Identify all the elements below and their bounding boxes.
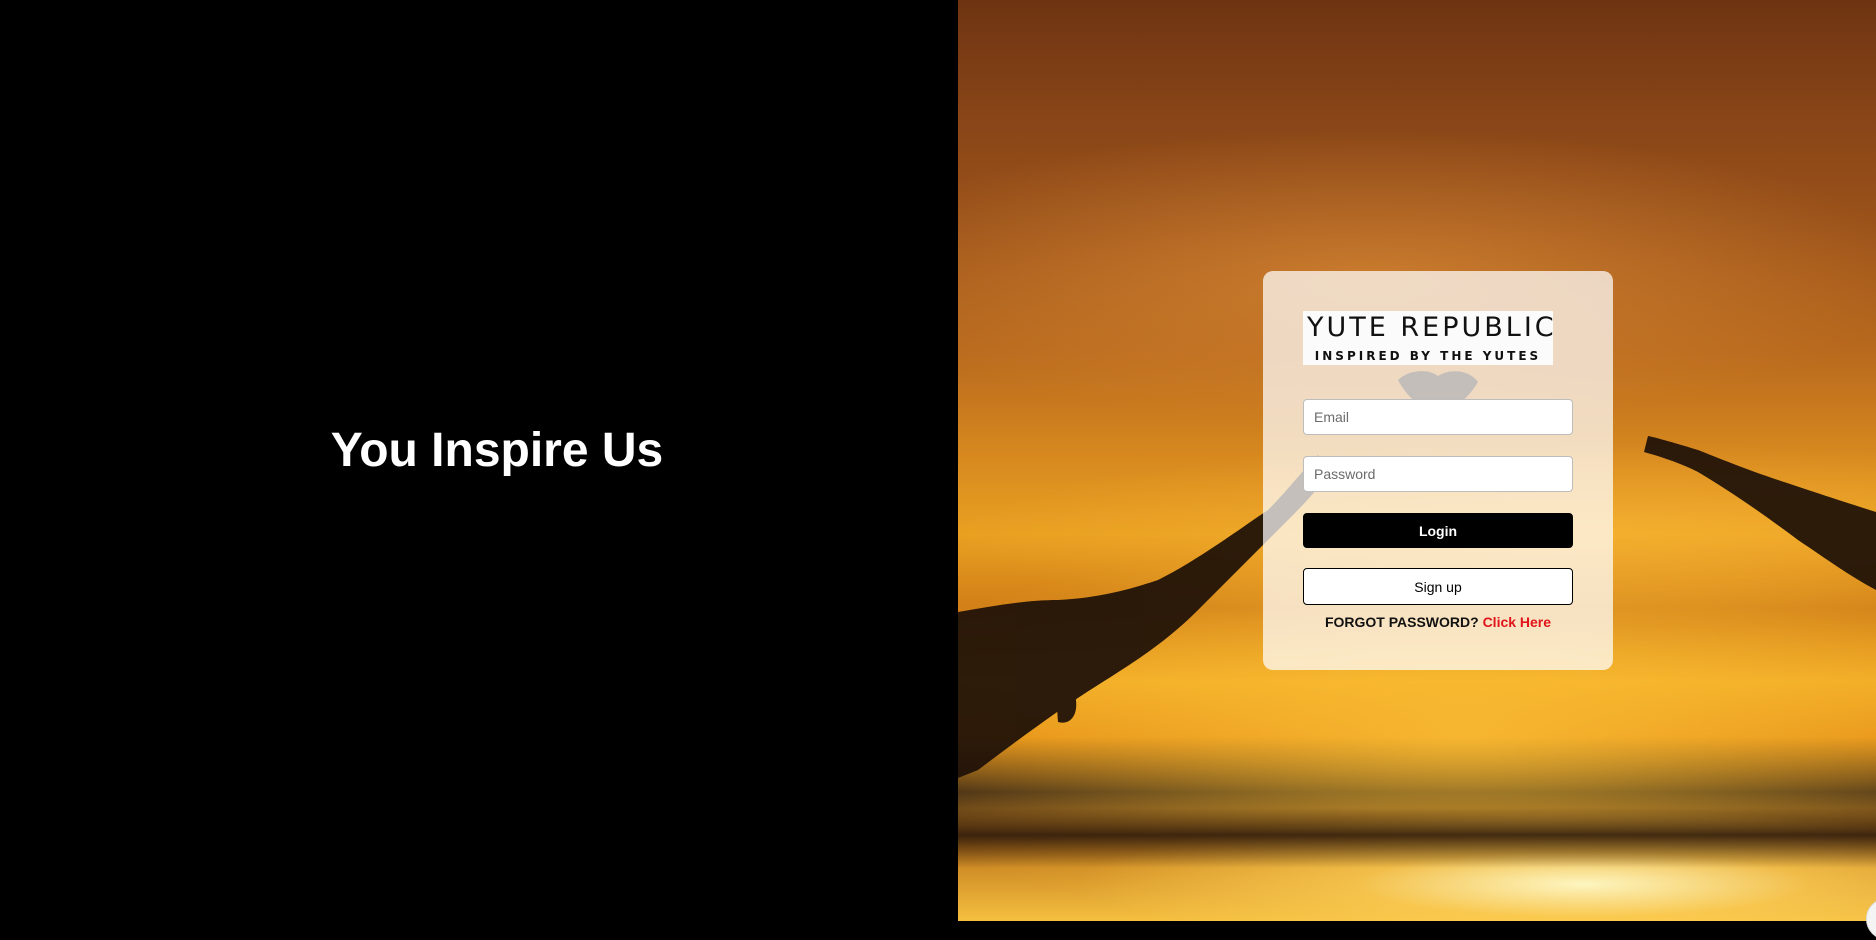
password-input[interactable] (1303, 456, 1573, 492)
login-button[interactable]: Login (1303, 513, 1573, 548)
signup-button[interactable]: Sign up (1303, 568, 1573, 605)
forgot-password-link[interactable]: Click Here (1483, 614, 1551, 630)
forgot-password-text: FORGOT PASSWORD? (1324, 614, 1479, 630)
login-card: YUTE REPUBLIC INSPIRED BY THE YUTES Logi… (1263, 271, 1613, 670)
email-input[interactable] (1303, 399, 1573, 435)
forgot-password-row: FORGOT PASSWORD? Click Here (1263, 614, 1613, 630)
left-panel: You Inspire Us (0, 0, 958, 921)
hero-tagline: You Inspire Us (330, 424, 664, 477)
logo-wordmark: YUTE REPUBLIC (1307, 312, 1557, 343)
brand-logo: YUTE REPUBLIC INSPIRED BY THE YUTES (1303, 311, 1557, 365)
logo-tagline: INSPIRED BY THE YUTES (1314, 349, 1542, 363)
